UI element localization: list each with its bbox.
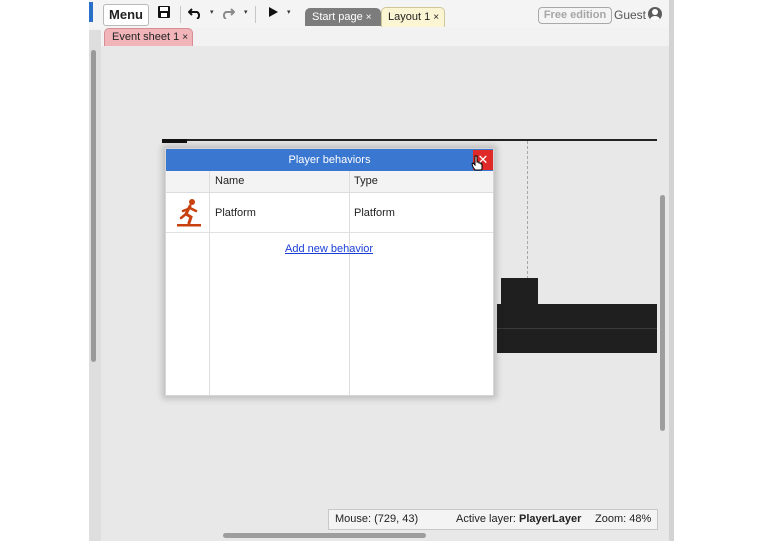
toolbar-separator [255,6,256,23]
tab-label: Event sheet 1 [112,31,180,43]
close-icon[interactable]: × [433,12,439,23]
toolbar-separator [180,6,181,23]
avatar-body [650,16,660,21]
dialog-title[interactable]: Player behaviors [166,149,493,171]
main-toolbar: Menu ▾ ▾ ▾ Start page × Layout 1 × Free … [89,0,674,30]
play-dropdown[interactable]: ▾ [287,8,291,16]
tab-layout-1[interactable]: Layout 1 × [381,7,445,27]
left-panel-rail [89,30,101,541]
add-new-behavior-link[interactable]: Add new behavior [285,243,373,255]
column-header-name[interactable]: Name [215,175,244,187]
undo-dropdown[interactable]: ▾ [210,8,214,16]
close-icon[interactable]: × [366,12,372,23]
running-person-icon [177,199,201,227]
zoom-value: 48% [629,513,652,525]
menu-button[interactable]: Menu [103,4,149,26]
zoom-label: Zoom: [595,513,627,525]
tab-start-page[interactable]: Start page × [305,8,381,26]
row-divider [166,232,493,233]
layout-boundary-mark [162,139,187,143]
edition-badge[interactable]: Free edition [538,7,612,24]
play-icon[interactable] [266,5,280,23]
zoom-level: Zoom: 48% [595,510,651,529]
layer-value: PlayerLayer [518,513,582,525]
tab-label: Start page [312,11,363,23]
redo-dropdown[interactable]: ▾ [244,8,248,16]
column-divider [209,171,210,395]
tab-event-sheet-1[interactable]: Event sheet 1 × [104,28,193,46]
horizontal-scrollbar-thumb[interactable] [223,533,426,538]
mouse-value: (729, 43) [374,513,419,525]
secondary-tab-row: Event sheet 1 × [89,28,674,46]
user-name[interactable]: Guest [614,8,646,22]
player-behaviors-dialog: Player behaviors ✕ Name Type Platform Pl… [165,148,494,396]
column-divider [349,171,350,395]
redo-icon[interactable] [220,5,236,23]
right-panel-edge [669,0,674,541]
app-window: Menu ▾ ▾ ▾ Start page × Layout 1 × Free … [89,0,674,541]
tab-label: Layout 1 [388,11,431,23]
user-avatar-icon[interactable] [648,7,662,21]
active-layer: Active layer: PlayerLayer [456,510,581,529]
column-header-type[interactable]: Type [354,175,378,187]
hand-cursor-icon [471,155,483,171]
behavior-name: Platform [215,207,256,219]
mouse-label: Mouse: [335,513,372,525]
layer-label: Active layer: [456,513,516,525]
avatar-head [652,9,658,15]
status-bar: Mouse: (729, 43) Active layer: PlayerLay… [328,509,658,530]
layout-boundary [162,139,657,141]
side-accent [89,2,93,22]
tile-block[interactable] [501,278,538,304]
undo-icon[interactable] [187,5,203,23]
mouse-position: Mouse: (729, 43) [335,510,418,529]
left-scrollbar-thumb[interactable] [91,50,96,362]
close-icon[interactable]: × [182,32,188,43]
ground-block-edge [497,328,657,329]
behavior-type: Platform [354,207,395,219]
save-icon[interactable] [155,5,173,23]
vertical-scrollbar-thumb[interactable] [660,195,665,431]
